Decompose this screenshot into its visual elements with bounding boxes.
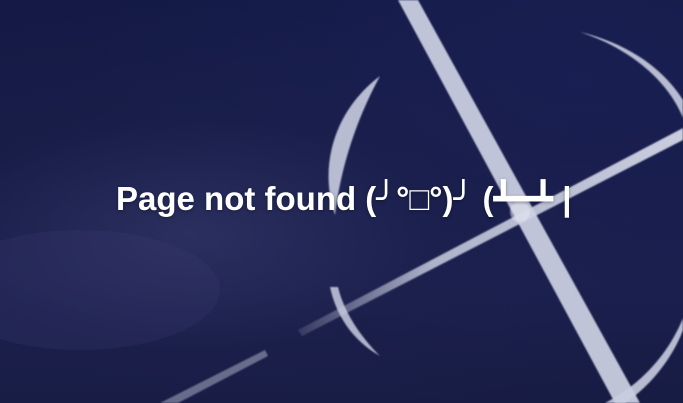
crosshair-streak-fragment bbox=[160, 350, 268, 403]
haze bbox=[0, 230, 220, 350]
not-found-page: Page not found (╯°□°)╯ (┻━┻ | bbox=[0, 0, 683, 403]
page-not-found-message: Page not found (╯°□°)╯ (┻━┻ | bbox=[116, 180, 572, 217]
scope-arc-top-right bbox=[580, 32, 683, 118]
